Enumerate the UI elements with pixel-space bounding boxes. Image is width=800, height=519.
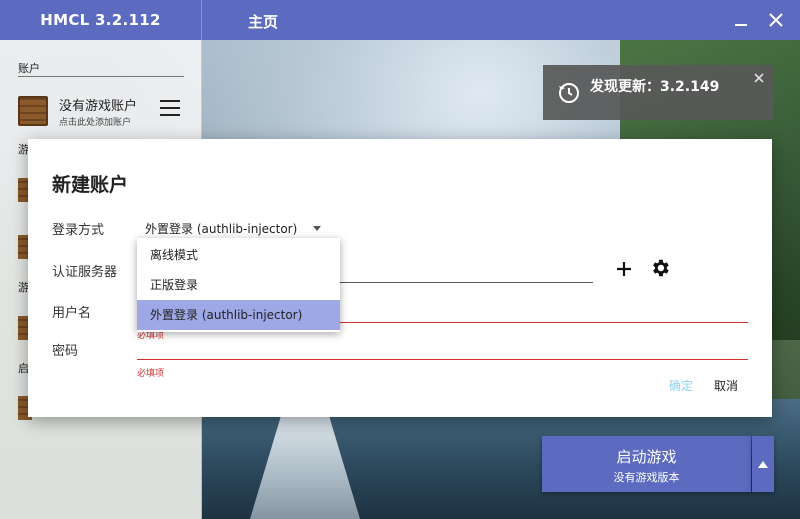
app-title: HMCL 3.2.112: [40, 11, 161, 29]
username-label: 用户名: [52, 306, 92, 321]
login-method-dropdown: 离线模式 正版登录 外置登录 (authlib-injector): [137, 238, 340, 332]
chevron-up-icon: [758, 461, 768, 468]
update-text: 发现更新：3.2.149: [590, 79, 720, 95]
launch-game-button[interactable]: 启动游戏 没有游戏版本: [542, 436, 751, 492]
sidebar-section-account: 账户: [18, 62, 40, 75]
title-divider: [201, 0, 202, 40]
sidebar-divider: [18, 76, 184, 77]
page-title: 主页: [248, 13, 279, 31]
auth-server-field[interactable]: [340, 282, 593, 283]
plus-icon[interactable]: [614, 259, 634, 279]
dropdown-caret-icon: [313, 225, 322, 231]
launch-sub-label: 没有游戏版本: [613, 471, 680, 484]
account-main-label: 没有游戏账户: [59, 98, 138, 114]
cancel-button[interactable]: 取消: [714, 377, 738, 394]
auth-server-label: 认证服务器: [52, 265, 118, 280]
minimize-icon: [735, 24, 747, 26]
password-field[interactable]: [137, 337, 748, 360]
close-window-button[interactable]: [764, 8, 788, 32]
login-method-select[interactable]: 外置登录 (authlib-injector): [145, 218, 322, 238]
refresh-icon: [559, 83, 579, 103]
login-method-value: 外置登录 (authlib-injector): [145, 221, 298, 236]
dropdown-option-authlib[interactable]: 外置登录 (authlib-injector): [137, 300, 340, 330]
launch-main-label: 启动游戏: [616, 448, 677, 466]
title-bar: HMCL 3.2.112 主页: [0, 0, 800, 40]
update-toast[interactable]: 发现更新：3.2.149: [543, 65, 773, 120]
ok-button[interactable]: 确定: [669, 377, 693, 394]
launch-menu-button[interactable]: [752, 436, 774, 492]
menu-icon[interactable]: [160, 100, 180, 116]
close-icon: [769, 13, 783, 27]
password-required-hint: 必填项: [137, 369, 165, 379]
account-text: 没有游戏账户 点击此处添加账户: [59, 95, 137, 128]
dropdown-option-offline[interactable]: 离线模式: [137, 240, 340, 270]
minimize-button[interactable]: [729, 8, 753, 32]
toast-close-button[interactable]: [753, 69, 767, 83]
close-icon: [754, 73, 764, 83]
password-label: 密码: [52, 344, 79, 359]
dropdown-option-official[interactable]: 正版登录: [137, 270, 340, 300]
gear-icon[interactable]: [649, 257, 671, 279]
crafting-table-icon: [18, 96, 48, 126]
account-sub-label: 点击此处添加账户: [59, 117, 132, 128]
dialog-title: 新建账户: [52, 174, 129, 196]
login-method-label: 登录方式: [52, 223, 105, 238]
